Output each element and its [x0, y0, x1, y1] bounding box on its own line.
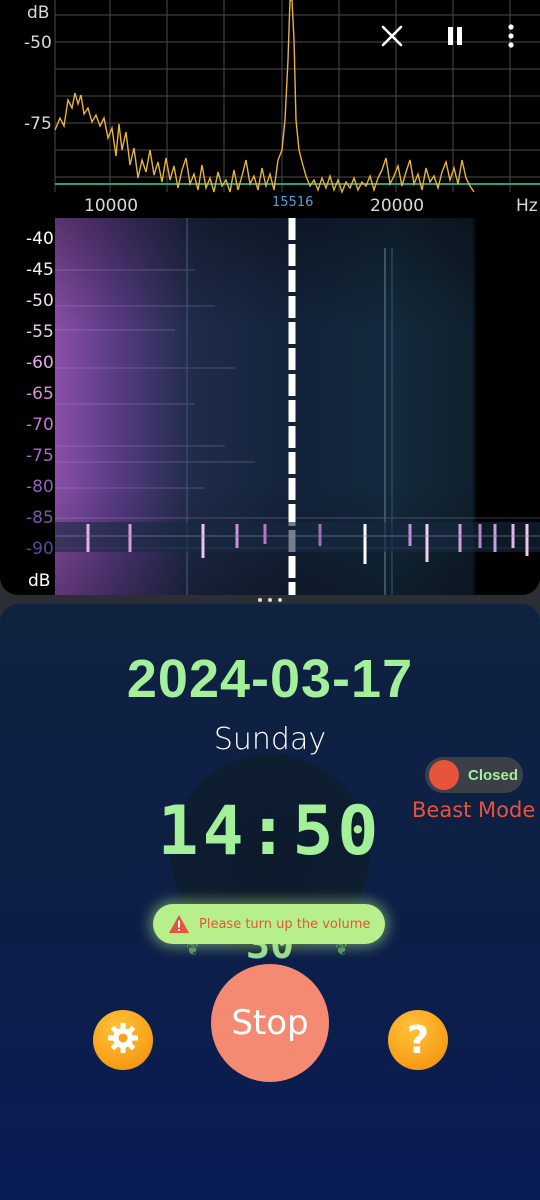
db-tick-label: -65 — [26, 384, 54, 404]
db-tick-label: -55 — [26, 322, 54, 342]
app-panel: 2024-03-17 Sunday 14:50 30 Closed Beast … — [0, 604, 540, 1200]
stop-button[interactable]: Stop — [211, 964, 329, 1082]
handle-dot — [278, 598, 282, 602]
db-tick-label: -60 — [26, 353, 54, 373]
beast-mode-label: Beast Mode — [412, 798, 536, 822]
beast-mode-toggle[interactable]: Closed — [425, 757, 523, 793]
date-display: 2024-03-17 — [126, 649, 414, 709]
toggle-knob — [429, 760, 459, 790]
volume-warning-toast: Please turn up the volume — [153, 904, 385, 944]
db-tick-label: -40 — [26, 229, 54, 249]
handle-dot — [268, 598, 272, 602]
warning-icon — [167, 913, 191, 935]
db-tick-label: -90 — [26, 539, 54, 559]
pause-icon[interactable] — [438, 19, 472, 53]
toggle-state-label: Closed — [468, 766, 519, 784]
settings-button[interactable] — [93, 1010, 153, 1070]
more-vert-icon[interactable] — [494, 19, 528, 53]
freq-unit-label: Hz — [516, 196, 538, 216]
freq-tick-label: 10000 — [84, 196, 139, 216]
db-tick-label: -50 — [24, 33, 52, 53]
question-mark-icon: ? — [406, 1018, 430, 1062]
waterfall-db-scale: -40 -45 -50 -55 -60 -65 -70 -75 -80 -85 … — [0, 218, 55, 595]
db-unit-label: dB — [27, 3, 50, 23]
spectrum-analyzer-window: dB -50 -75 10000 20000 Hz 15516 -40 -45 … — [0, 0, 540, 595]
db-unit-label: dB — [28, 571, 51, 591]
warning-text: Please turn up the volume — [199, 916, 371, 932]
waterfall-spectrogram — [55, 218, 540, 595]
db-tick-label: -45 — [26, 260, 54, 280]
freq-tick-label: 20000 — [370, 196, 425, 216]
help-button[interactable]: ? — [388, 1010, 448, 1070]
db-tick-label: -75 — [26, 446, 54, 466]
gear-icon — [106, 1021, 140, 1059]
db-tick-label: -70 — [26, 415, 54, 435]
peak-frequency-label: 15516 — [272, 195, 314, 210]
handle-dot — [258, 598, 262, 602]
close-icon[interactable] — [375, 19, 409, 53]
db-tick-label: -80 — [26, 477, 54, 497]
db-tick-label: -50 — [26, 291, 54, 311]
weekday-display: Sunday — [213, 722, 327, 757]
waterfall-graphic — [55, 218, 540, 595]
db-tick-label: -85 — [26, 508, 54, 528]
db-tick-label: -75 — [24, 114, 52, 134]
